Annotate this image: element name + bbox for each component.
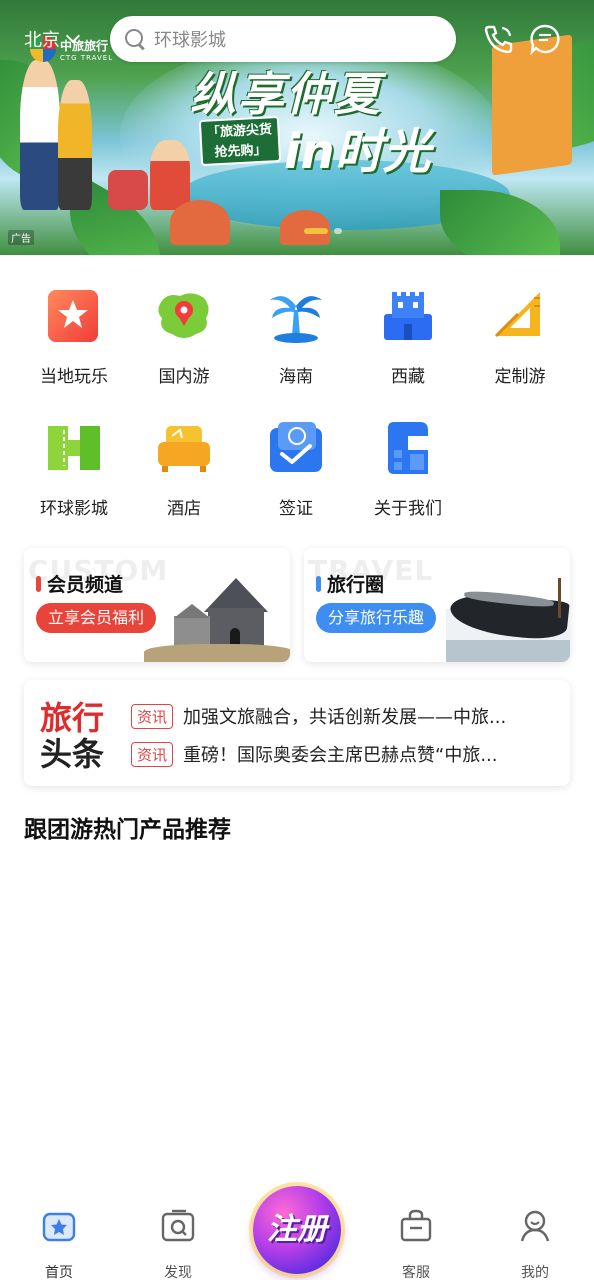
ticket-icon <box>48 426 100 470</box>
tab-label: 客服 <box>402 1265 430 1280</box>
church-image <box>144 578 290 662</box>
category-tibet[interactable]: 西藏 <box>358 284 458 387</box>
passport-icon <box>270 422 322 472</box>
search-placeholder: 环球影城 <box>154 30 226 51</box>
category-label: 国内游 <box>158 367 210 387</box>
star-flag-icon <box>48 290 98 342</box>
category-domestic[interactable]: 国内游 <box>134 284 234 387</box>
building-icon <box>388 422 428 474</box>
boat-image <box>446 574 570 662</box>
banner-bag <box>108 170 148 210</box>
map-pin-icon <box>158 293 209 338</box>
category-hotel[interactable]: 酒店 <box>134 416 234 519</box>
category-label: 关于我们 <box>374 499 442 519</box>
register-button[interactable]: 注册 <box>253 1186 341 1274</box>
promo-title: 会员频道 <box>47 574 124 596</box>
message-icon[interactable] <box>528 22 562 56</box>
search-icon <box>124 28 146 50</box>
promo-button[interactable]: 立享会员福利 <box>36 603 157 633</box>
ruler-triangle-icon <box>494 292 540 338</box>
banner-leaf <box>440 190 560 255</box>
promo-card-travel-circle[interactable]: TRAVEL 旅行圈 分享旅行乐趣 <box>304 548 570 662</box>
home-icon <box>42 1212 76 1242</box>
sofa-icon <box>158 426 210 472</box>
category-hainan[interactable]: 海南 <box>246 284 346 387</box>
tab-customer-service[interactable]: 客服 <box>376 1208 456 1280</box>
tab-mine[interactable]: 我的 <box>495 1208 575 1280</box>
news-badge: 资讯 <box>131 703 174 729</box>
category-about-us[interactable]: 关于我们 <box>358 416 458 519</box>
news-brand-line1: 旅行 <box>40 699 105 737</box>
phone-icon[interactable] <box>482 22 516 56</box>
news-headline: 加强文旅融合，共话创新发展——中旅... <box>183 707 507 728</box>
news-item[interactable]: 资讯 重磅！国际奥委会主席巴赫点赞“中旅... <box>131 741 543 767</box>
top-bar: 北京 环球影城 <box>0 14 594 64</box>
tab-label: 首页 <box>45 1265 73 1280</box>
category-universal-studios[interactable]: 环球影城 <box>24 416 124 519</box>
section-title: 跟团游热门产品推荐 <box>24 817 231 843</box>
banner-mushroom <box>170 200 230 245</box>
banner-dot-active[interactable] <box>304 228 328 234</box>
category-label: 西藏 <box>391 367 425 387</box>
banner-child <box>150 140 190 210</box>
promo-card-member[interactable]: CUSTOM 会员频道 立享会员福利 <box>24 548 290 662</box>
category-label: 定制游 <box>494 367 546 387</box>
chevron-down-icon <box>65 28 81 44</box>
news-brand-line2: 头条 <box>40 735 105 773</box>
banner-tag: 「旅游尖货 抢先购」 <box>198 115 282 167</box>
category-label: 签证 <box>279 499 313 519</box>
tab-label: 我的 <box>521 1265 549 1280</box>
banner-person <box>20 60 60 210</box>
profile-icon <box>520 1210 550 1242</box>
promo-accent-bar <box>316 575 321 592</box>
promo-title-wrap: 会员频道 <box>36 570 123 597</box>
banner-tag-line2: 抢先购」 <box>214 142 267 161</box>
news-item[interactable]: 资讯 加强文旅融合，共话创新发展——中旅... <box>131 703 543 729</box>
banner-pagination <box>304 228 342 234</box>
category-local-fun[interactable]: 当地玩乐 <box>24 284 124 387</box>
category-custom-tour[interactable]: 定制游 <box>470 284 570 387</box>
banner-tag-line1: 「旅游尖货 <box>206 122 273 141</box>
promo-title-wrap: 旅行圈 <box>316 570 384 597</box>
news-brand-logo: 旅行 头条 <box>40 700 114 772</box>
search-input[interactable]: 环球影城 <box>110 16 456 62</box>
city-selector[interactable]: 北京 <box>24 26 81 52</box>
category-label: 海南 <box>279 367 313 387</box>
tab-label: 发现 <box>164 1265 192 1280</box>
banner-slogan-2: in时光 <box>284 124 431 180</box>
news-headline: 重磅！国际奥委会主席巴赫点赞“中旅... <box>183 745 498 766</box>
category-label: 酒店 <box>167 499 201 519</box>
palace-icon <box>384 292 432 340</box>
category-label: 当地玩乐 <box>40 367 108 387</box>
ad-label: 广告 <box>8 230 34 245</box>
banner-dot[interactable] <box>334 228 342 234</box>
category-visa[interactable]: 签证 <box>246 416 346 519</box>
tab-discover[interactable]: 发现 <box>138 1208 218 1280</box>
palm-tree-icon <box>270 296 322 343</box>
city-label: 北京 <box>24 30 60 51</box>
promo-button[interactable]: 分享旅行乐趣 <box>316 603 437 633</box>
news-card[interactable]: 旅行 头条 资讯 加强文旅融合，共话创新发展——中旅... 资讯 重磅！国际奥委… <box>24 680 570 786</box>
promo-accent-bar <box>36 575 41 592</box>
promo-title: 旅行圈 <box>327 574 385 596</box>
news-badge: 资讯 <box>131 741 174 767</box>
category-label: 环球影城 <box>40 499 108 519</box>
banner-person <box>58 80 92 210</box>
tab-home[interactable]: 首页 <box>19 1208 99 1280</box>
discover-icon <box>161 1209 195 1242</box>
service-bag-icon <box>400 1209 432 1242</box>
